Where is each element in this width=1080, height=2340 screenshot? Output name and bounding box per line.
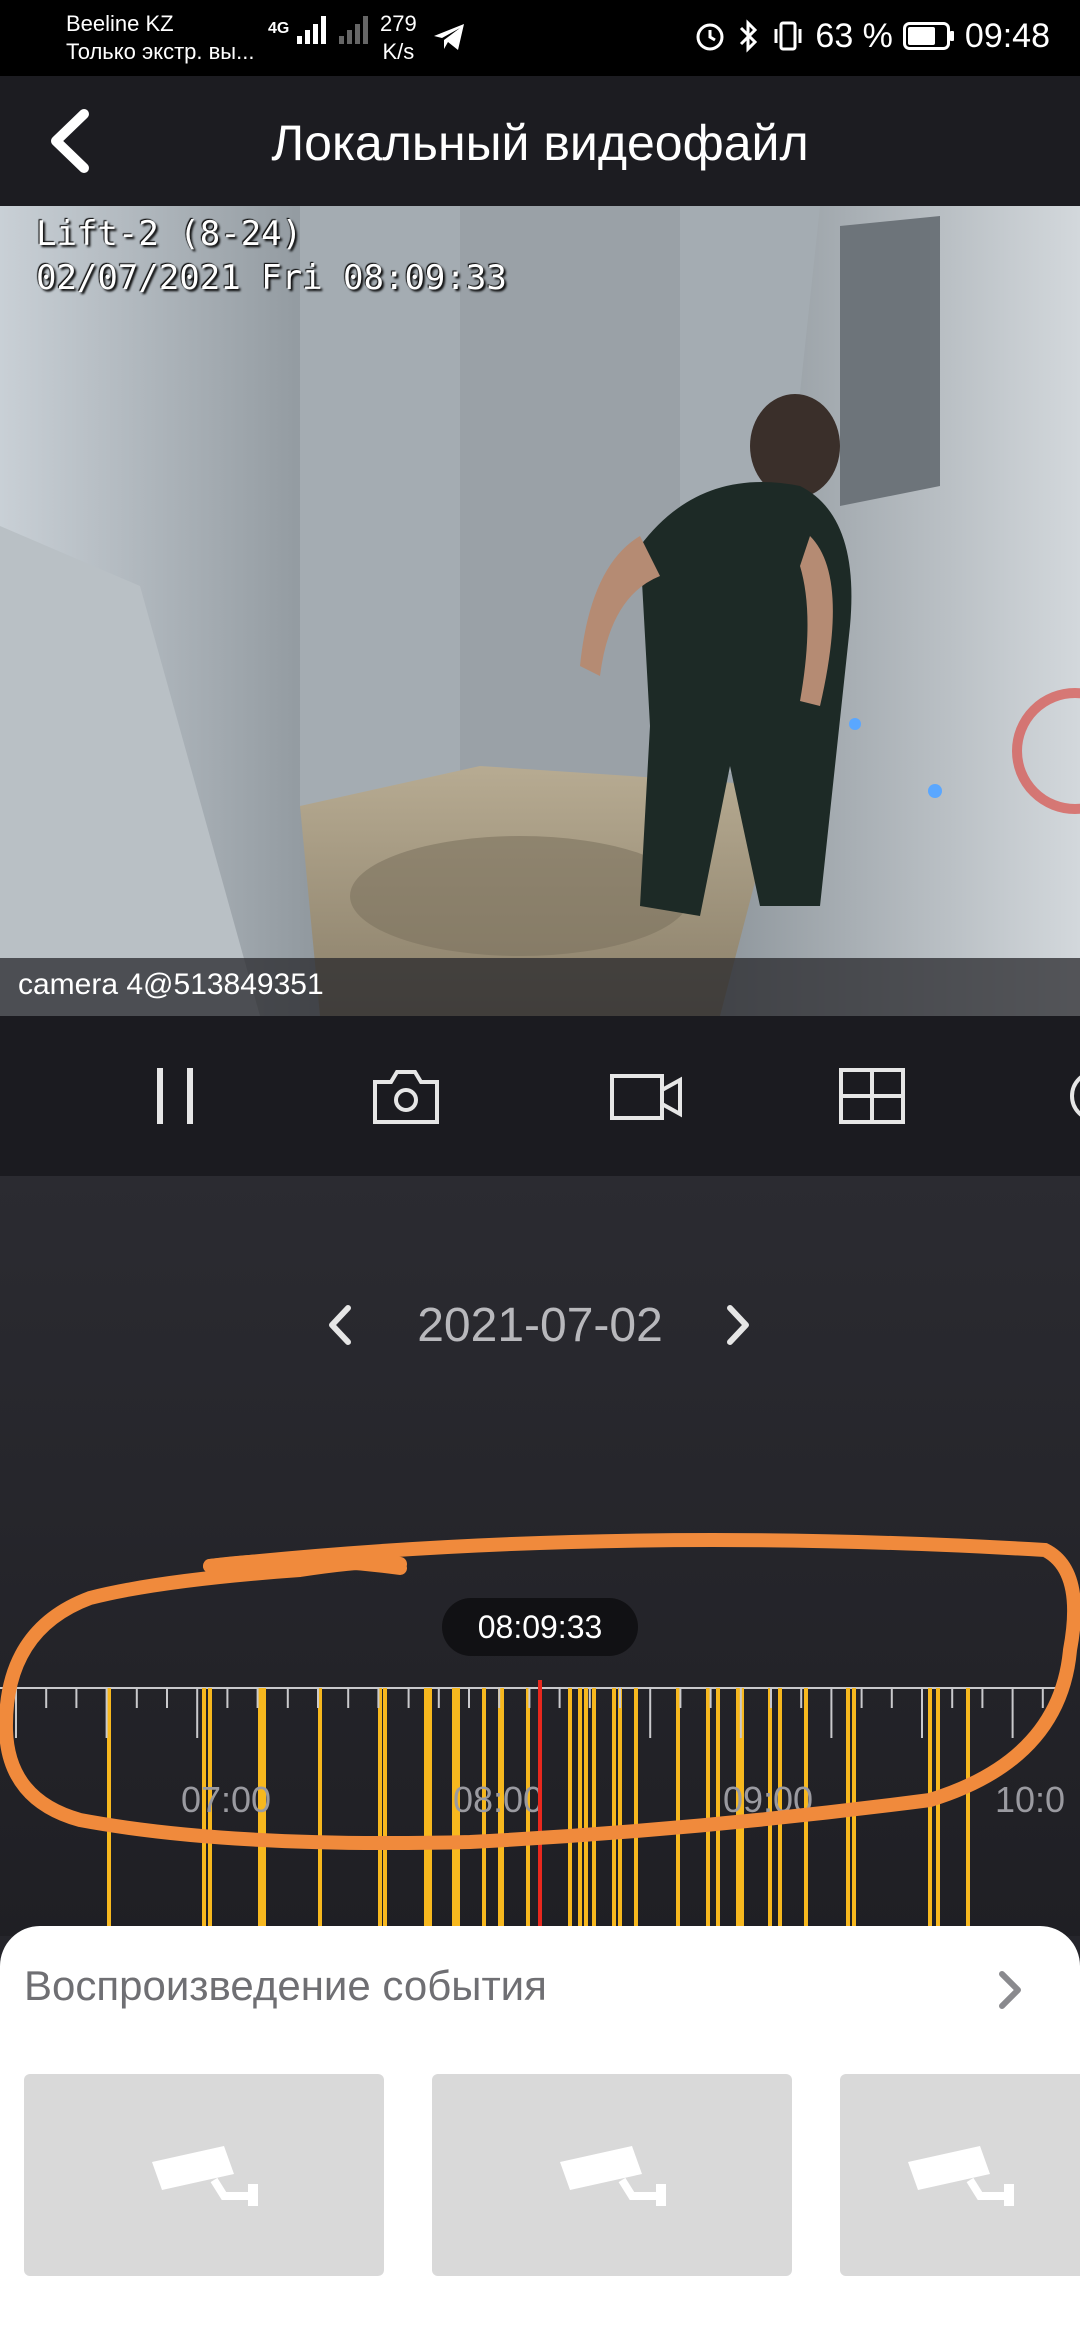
alarm-icon <box>696 23 724 51</box>
bluetooth-icon <box>740 19 758 53</box>
event-playback-panel: Воспроизведение события <box>0 1926 1080 2340</box>
video-osd: Lift-2 (8-24) 02/07/2021 Fri 08:09:33 <box>36 212 507 300</box>
recording-mark <box>584 1688 588 1930</box>
recording-mark <box>634 1688 638 1930</box>
playback-date[interactable]: 2021-07-02 <box>0 1298 1080 1353</box>
recording-mark <box>318 1688 322 1930</box>
battery-icon <box>902 22 954 50</box>
network-speed-value: 279 <box>380 11 417 36</box>
video-caption-bar: camera 4@513849351 <box>0 958 1080 1016</box>
timeline-hour-label: 07:00 <box>181 1779 271 1820</box>
network-speed: 279 K/s <box>380 10 417 66</box>
recording-mark <box>378 1688 382 1930</box>
osd-timestamp: 02/07/2021 Fri 08:09:33 <box>36 258 507 298</box>
signal-icon <box>297 16 327 44</box>
vibrate-icon <box>774 21 802 51</box>
signal-icon-secondary <box>339 16 369 44</box>
recording-mark <box>676 1688 680 1930</box>
recording-mark <box>966 1688 970 1930</box>
event-thumbnail[interactable] <box>432 2074 792 2276</box>
event-playback-more-button[interactable] <box>996 1968 1026 2017</box>
carrier-info: Beeline KZ Только экстр. вы... <box>66 10 254 66</box>
status-right: 63 % 09:48 <box>693 14 1050 58</box>
timeline-scrubber[interactable]: 07:00 08:00 09:00 10:0 <box>0 1680 1080 1930</box>
recording-mark <box>612 1688 616 1930</box>
chevron-right-icon <box>727 1305 749 1345</box>
recording-mark <box>706 1688 710 1930</box>
camera-caption: camera 4@513849351 <box>18 968 324 1001</box>
recording-mark <box>618 1688 622 1930</box>
osd-camera-label: Lift-2 (8-24) <box>36 214 303 254</box>
cctv-camera-icon <box>152 2146 258 2206</box>
timeline-track: 07:00 08:00 09:00 10:0 <box>0 1680 1065 1930</box>
recording-mark <box>428 1688 432 1930</box>
recording-mark <box>578 1688 582 1930</box>
chevron-right-icon <box>999 1971 1021 2009</box>
carrier-status: Только экстр. вы... <box>66 39 255 64</box>
current-time-badge: 08:09:33 <box>442 1598 638 1656</box>
event-thumbnail[interactable] <box>24 2074 384 2276</box>
timeline-hour-label: 09:00 <box>723 1779 813 1820</box>
cctv-camera-icon <box>908 2146 1014 2206</box>
snapshot-button[interactable] <box>368 1066 444 1126</box>
status-bar: Beeline KZ Только экстр. вы... 4G 279 K/… <box>0 0 1080 76</box>
recording-mark <box>592 1688 596 1930</box>
more-controls-button[interactable] <box>1066 1066 1080 1126</box>
timeline-hour-label: 08:00 <box>453 1779 543 1820</box>
recording-mark <box>424 1688 428 1930</box>
video-player[interactable]: Lift-2 (8-24) 02/07/2021 Fri 08:09:33 cam… <box>0 206 1080 1016</box>
network-speed-unit: K/s <box>382 39 415 64</box>
event-thumbnail[interactable] <box>840 2074 1080 2276</box>
playback-controls <box>0 1016 1080 1176</box>
recording-mark <box>568 1688 572 1930</box>
carrier-name: Beeline KZ <box>66 11 174 36</box>
video-frame <box>0 206 1080 1016</box>
record-button[interactable] <box>606 1066 686 1126</box>
pause-icon <box>157 1068 193 1124</box>
network-type: 4G <box>268 20 290 37</box>
recording-mark <box>928 1688 932 1930</box>
timeline-hour-label: 10:0 <box>995 1779 1065 1820</box>
circle-icon <box>1070 1075 1080 1117</box>
timeline-hour-labels: 07:00 08:00 09:00 10:0 <box>181 1779 1065 1820</box>
clock: 09:48 <box>964 16 1050 55</box>
video-camera-icon <box>610 1074 682 1120</box>
pause-button[interactable] <box>140 1066 210 1126</box>
battery-percent: 63 % <box>815 16 893 55</box>
recording-mark <box>846 1688 850 1930</box>
telegram-icon <box>434 24 464 50</box>
recording-mark <box>936 1688 940 1930</box>
page-title: Локальный видеофайл <box>271 115 809 171</box>
layout-button[interactable] <box>836 1066 908 1126</box>
event-playback-title[interactable]: Воспроизведение события <box>24 1962 547 2010</box>
camera-icon <box>373 1070 439 1124</box>
date-selector: 2021-07-02 <box>0 1290 1080 1360</box>
recording-mark <box>716 1688 720 1930</box>
signal-icons: 4G <box>268 14 373 44</box>
grid-icon <box>839 1068 905 1124</box>
recording-mark <box>383 1688 387 1930</box>
next-day-button[interactable] <box>722 1300 756 1355</box>
recording-mark <box>852 1688 856 1930</box>
cctv-camera-icon <box>560 2146 666 2206</box>
app-header: Локальный видеофайл <box>0 76 1080 206</box>
